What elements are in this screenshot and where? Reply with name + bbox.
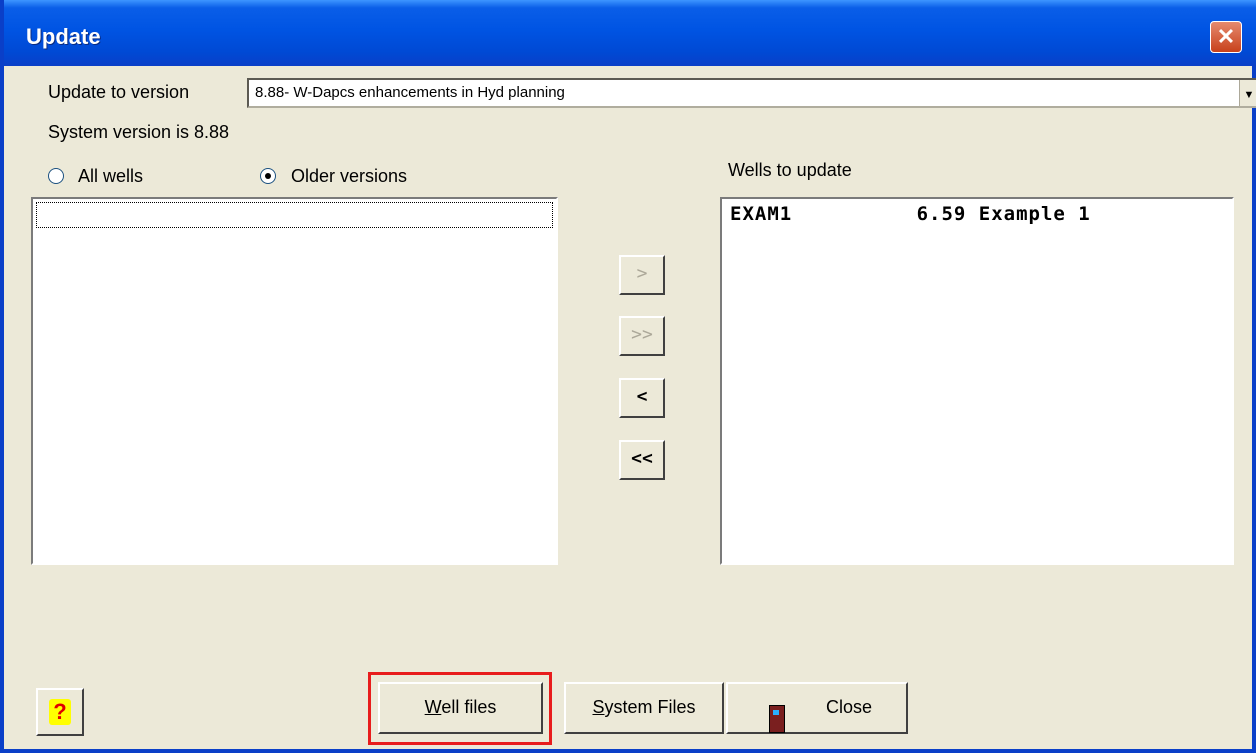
window-close-button[interactable]: ✕	[1210, 21, 1242, 53]
help-icon: ?	[49, 699, 71, 725]
window-title: Update	[26, 24, 101, 49]
remove-all-button[interactable]: <<	[619, 440, 665, 480]
add-all-button[interactable]: >>	[619, 316, 665, 356]
annotation-highlight	[368, 672, 552, 745]
system-files-label: ystem Files	[604, 697, 696, 717]
list-focus-row[interactable]	[36, 202, 553, 228]
chevron-down-icon[interactable]: ▼	[1239, 80, 1256, 106]
radio-older-versions[interactable]	[260, 168, 276, 184]
update-to-version-label: Update to version	[48, 82, 190, 102]
title-bar[interactable]: Update ✕	[4, 0, 1256, 66]
add-one-button[interactable]: >	[619, 255, 665, 295]
older-versions-label: Older versions	[291, 166, 408, 186]
all-wells-label: All wells	[78, 166, 144, 186]
system-files-button[interactable]: System Files	[564, 682, 724, 734]
wells-to-update-label: Wells to update	[728, 160, 852, 180]
update-to-version-value: 8.88- W-Dapcs enhancements in Hyd planni…	[255, 84, 565, 101]
remove-one-button[interactable]: <	[619, 378, 665, 418]
radio-selected-dot	[265, 173, 271, 179]
update-dialog: Update ✕ Update to version 8.88- W-Dapcs…	[0, 0, 1256, 753]
wells-to-update-list[interactable]: EXAM1 6.59 Example 1	[720, 197, 1234, 565]
list-item[interactable]: EXAM1 6.59 Example 1	[730, 203, 1091, 225]
available-wells-list[interactable]	[31, 197, 558, 565]
help-button[interactable]: ?	[36, 688, 84, 736]
door-exit-icon	[769, 695, 785, 741]
radio-all-wells[interactable]	[48, 168, 64, 184]
system-version-text: System version is 8.88	[48, 122, 230, 142]
system-files-mnemonic: S	[592, 697, 605, 717]
close-label: Close	[826, 697, 873, 717]
update-to-version-select[interactable]: 8.88- W-Dapcs enhancements in Hyd planni…	[247, 78, 1256, 108]
close-button[interactable]: Close	[726, 682, 908, 734]
